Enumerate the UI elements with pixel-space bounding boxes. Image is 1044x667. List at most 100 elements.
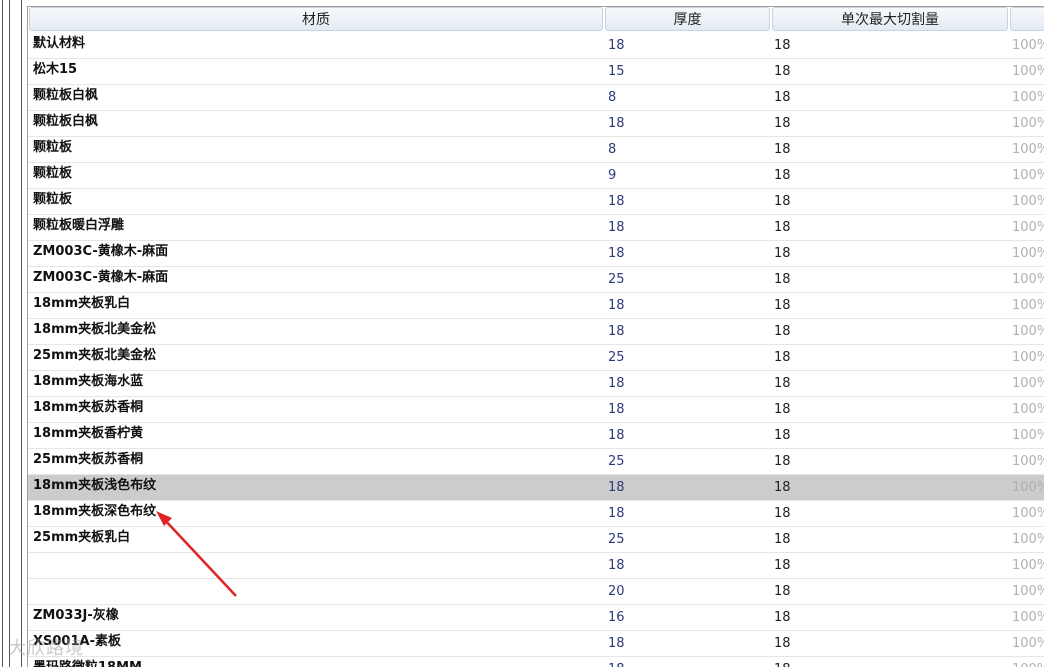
cell-thickness: 20 xyxy=(608,584,625,599)
column-header-material[interactable]: 材质 xyxy=(29,7,603,31)
table-row[interactable]: 18mm夹板北美金松 18 18 100% xyxy=(28,319,1044,345)
cell-percentage: 100% xyxy=(1012,610,1044,625)
cell-max-cut: 18 xyxy=(774,506,791,521)
window-border-left xyxy=(2,0,3,667)
cell-max-cut: 18 xyxy=(774,402,791,417)
cell-thickness: 18 xyxy=(608,220,625,235)
table-row[interactable]: ZM003C-黄橡木-麻面 18 18 100% xyxy=(28,241,1044,267)
table-row[interactable]: 25mm夹板乳白 25 18 100% xyxy=(28,527,1044,553)
cell-max-cut: 18 xyxy=(774,246,791,261)
table-header: 材质 厚度 单次最大切割量 xyxy=(28,7,1044,33)
cell-max-cut: 18 xyxy=(774,64,791,79)
cell-thickness: 18 xyxy=(608,324,625,339)
cell-percentage: 100% xyxy=(1012,246,1044,261)
table-row[interactable]: 18 18 100% xyxy=(28,553,1044,579)
cell-max-cut: 18 xyxy=(774,324,791,339)
table-row[interactable]: 默认材料 18 18 100% xyxy=(28,33,1044,59)
cell-thickness: 25 xyxy=(608,454,625,469)
cell-percentage: 100% xyxy=(1012,298,1044,313)
cell-material: 颗粒板白枫 xyxy=(33,88,99,103)
grid-border-outer xyxy=(21,0,22,667)
cell-thickness: 15 xyxy=(608,64,625,79)
cell-max-cut: 18 xyxy=(774,116,791,131)
cell-material: 松木15 xyxy=(33,62,78,77)
cell-material: 颗粒板 xyxy=(33,140,73,155)
cell-max-cut: 18 xyxy=(774,194,791,209)
cell-thickness: 25 xyxy=(608,272,625,287)
cell-thickness: 18 xyxy=(608,298,625,313)
cell-max-cut: 18 xyxy=(774,480,791,495)
cell-material: 18mm夹板深色布纹 xyxy=(33,504,157,519)
cell-percentage: 100% xyxy=(1012,657,1044,667)
cell-percentage: 100% xyxy=(1012,168,1044,183)
cell-max-cut: 18 xyxy=(774,220,791,235)
cell-percentage: 100% xyxy=(1012,324,1044,339)
cell-percentage: 100% xyxy=(1012,220,1044,235)
table-row[interactable]: XS001A-素板 18 18 100% xyxy=(28,631,1044,657)
cell-max-cut: 18 xyxy=(774,168,791,183)
cell-thickness: 18 xyxy=(608,657,768,667)
cell-percentage: 100% xyxy=(1012,558,1044,573)
table-row[interactable]: 18mm夹板海水蓝 18 18 100% xyxy=(28,371,1044,397)
cell-thickness: 18 xyxy=(608,506,625,521)
cell-material: 18mm夹板香柠黄 xyxy=(33,426,144,441)
cell-max-cut: 18 xyxy=(774,428,791,443)
table-row[interactable]: 松木15 15 18 100% xyxy=(28,59,1044,85)
cell-thickness: 16 xyxy=(608,610,625,625)
column-header-max-cut[interactable]: 单次最大切割量 xyxy=(772,7,1008,31)
column-header-extra[interactable] xyxy=(1010,7,1044,31)
table-row[interactable]: ZM033J-灰橡 16 18 100% xyxy=(28,605,1044,631)
table-row[interactable]: 颗粒板 9 18 100% xyxy=(28,163,1044,189)
cell-max-cut: 18 xyxy=(774,376,791,391)
cell-thickness: 9 xyxy=(608,168,617,183)
table-row[interactable]: 18mm夹板浅色布纹 18 18 100% xyxy=(28,475,1044,501)
cell-material: 颗粒板暖白浮雕 xyxy=(33,218,125,233)
table-row[interactable]: 18mm夹板香柠黄 18 18 100% xyxy=(28,423,1044,449)
cell-material: XS001A-素板 xyxy=(33,634,121,649)
cell-percentage: 100% xyxy=(1012,480,1044,495)
cell-max-cut: 18 xyxy=(774,454,791,469)
cell-max-cut: 18 xyxy=(774,272,791,287)
cell-percentage: 100% xyxy=(1012,194,1044,209)
cell-max-cut: 18 xyxy=(774,350,791,365)
cell-percentage: 100% xyxy=(1012,38,1044,53)
table-row[interactable]: 墨玛路微粒18MM 18 18 100% xyxy=(28,657,1044,667)
cell-max-cut: 18 xyxy=(774,558,791,573)
table-row[interactable]: ZM003C-黄橡木-麻面 25 18 100% xyxy=(28,267,1044,293)
table-row[interactable]: 颗粒板白枫 8 18 100% xyxy=(28,85,1044,111)
table-row[interactable]: 18mm夹板苏香桐 18 18 100% xyxy=(28,397,1044,423)
table-row[interactable]: 25mm夹板北美金松 25 18 100% xyxy=(28,345,1044,371)
cell-thickness: 18 xyxy=(608,558,625,573)
table-row[interactable]: 颗粒板 18 18 100% xyxy=(28,189,1044,215)
table-row[interactable]: 颗粒板 8 18 100% xyxy=(28,137,1044,163)
table-row[interactable]: 18mm夹板深色布纹 18 18 100% xyxy=(28,501,1044,527)
cell-material: 18mm夹板海水蓝 xyxy=(33,374,144,389)
cell-percentage: 100% xyxy=(1012,636,1044,651)
cell-thickness: 18 xyxy=(608,636,625,651)
cell-max-cut: 18 xyxy=(774,142,791,157)
cell-thickness: 18 xyxy=(608,428,625,443)
cell-material: 18mm夹板浅色布纹 xyxy=(33,478,157,493)
cell-percentage: 100% xyxy=(1012,272,1044,287)
cell-percentage: 100% xyxy=(1012,64,1044,79)
column-header-thickness[interactable]: 厚度 xyxy=(605,7,770,31)
cell-thickness: 18 xyxy=(608,402,625,417)
cell-material: 颗粒板白枫 xyxy=(33,114,99,129)
cell-max-cut: 18 xyxy=(774,90,791,105)
cell-material: 墨玛路微粒18MM xyxy=(33,657,603,667)
cell-material: 25mm夹板苏香桐 xyxy=(33,452,144,467)
cell-material: 18mm夹板乳白 xyxy=(33,296,131,311)
table-row[interactable]: 20 18 100% xyxy=(28,579,1044,605)
table-row[interactable]: 25mm夹板苏香桐 25 18 100% xyxy=(28,449,1044,475)
cell-thickness: 18 xyxy=(608,194,625,209)
cell-material xyxy=(33,553,603,578)
cell-percentage: 100% xyxy=(1012,116,1044,131)
table-row[interactable]: 18mm夹板乳白 18 18 100% xyxy=(28,293,1044,319)
cell-percentage: 100% xyxy=(1012,532,1044,547)
cell-thickness: 25 xyxy=(608,532,625,547)
table-row[interactable]: 颗粒板白枫 18 18 100% xyxy=(28,111,1044,137)
table-row[interactable]: 颗粒板暖白浮雕 18 18 100% xyxy=(28,215,1044,241)
cell-max-cut: 18 xyxy=(774,532,791,547)
cell-percentage: 100% xyxy=(1012,90,1044,105)
cell-thickness: 18 xyxy=(608,38,625,53)
